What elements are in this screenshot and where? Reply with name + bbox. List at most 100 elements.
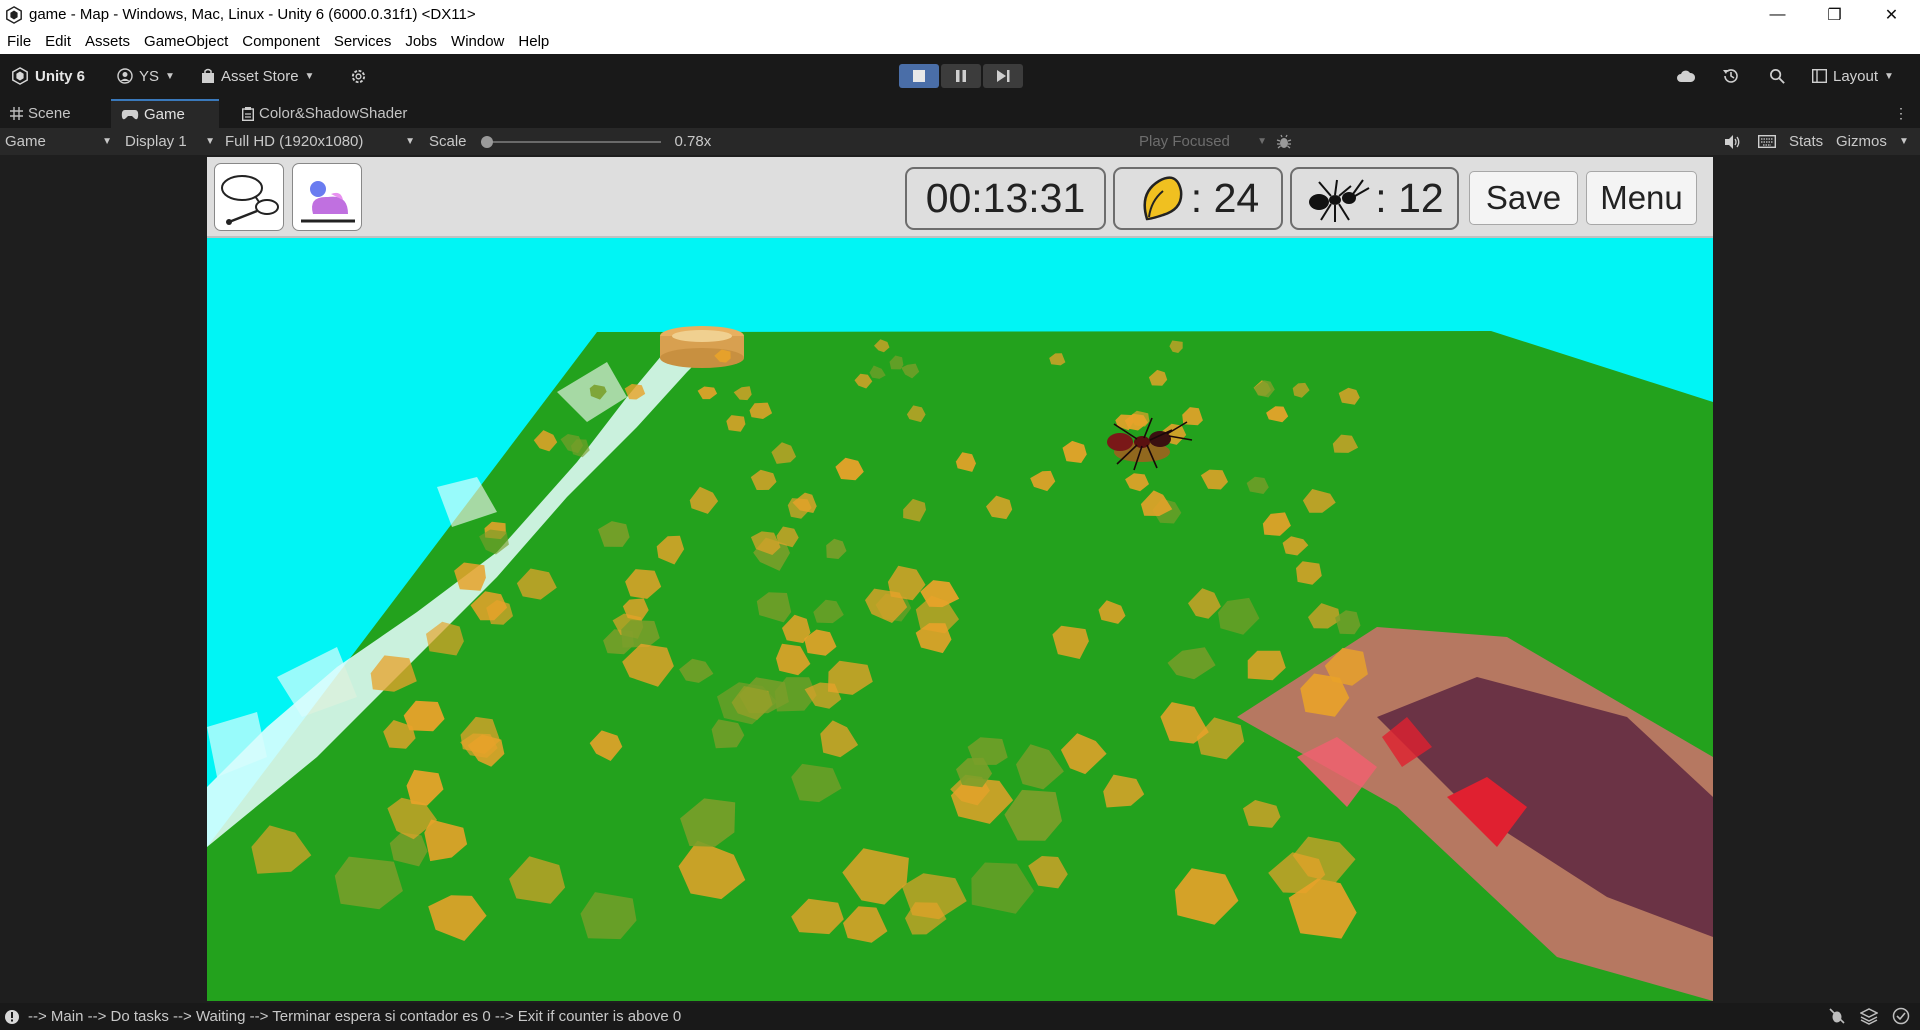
stats-toggle[interactable]: Stats bbox=[1789, 128, 1823, 155]
game-hud: 00:13:31 : 24 : 12 Save Menu bbox=[207, 157, 1713, 238]
display-dropdown[interactable]: Display 1 ▼ bbox=[125, 128, 215, 155]
menu-file[interactable]: File bbox=[0, 33, 38, 50]
menu-assets[interactable]: Assets bbox=[78, 33, 137, 50]
timer-value: 00:13:31 bbox=[925, 175, 1086, 221]
path-nodes-icon bbox=[221, 175, 279, 225]
view-label: Game bbox=[5, 133, 46, 150]
tab-shader[interactable]: Color&ShadowShader bbox=[232, 99, 432, 128]
stop-button[interactable] bbox=[899, 64, 939, 88]
chevron-down-icon: ▼ bbox=[405, 136, 415, 147]
search-button[interactable] bbox=[1769, 63, 1786, 89]
resolution-label: Full HD (1920x1080) bbox=[225, 133, 364, 150]
console-message[interactable]: --> Main --> Do tasks --> Waiting --> Te… bbox=[28, 1008, 681, 1025]
status-icons bbox=[1828, 1007, 1910, 1025]
unity-cube-icon bbox=[12, 67, 28, 85]
menu-jobs[interactable]: Jobs bbox=[398, 33, 444, 50]
cog-icon bbox=[351, 69, 366, 83]
layers-icon[interactable] bbox=[1860, 1007, 1878, 1025]
gizmos-label: Gizmos bbox=[1836, 133, 1887, 150]
main-toolbar: Unity 6 YS ▼ Asset Store ▼ Layout ▼ bbox=[0, 54, 1920, 99]
step-button[interactable] bbox=[983, 64, 1023, 88]
play-mode-dropdown[interactable]: Play Focused ▼ bbox=[1139, 128, 1267, 155]
restore-button[interactable]: ❐ bbox=[1806, 0, 1863, 29]
ant-counter: : 12 bbox=[1290, 167, 1459, 230]
account-label: Unity 6 bbox=[35, 67, 86, 85]
menu-component[interactable]: Component bbox=[235, 33, 327, 50]
seed-count: : 24 bbox=[1190, 175, 1260, 221]
scale-slider[interactable] bbox=[480, 135, 661, 148]
food-source bbox=[660, 326, 744, 368]
shader-file-icon bbox=[242, 106, 254, 121]
services-button[interactable] bbox=[350, 63, 367, 89]
gizmos-toggle[interactable]: Gizmos bbox=[1836, 128, 1887, 155]
ant-icon bbox=[1309, 178, 1370, 222]
asset-store-dropdown[interactable]: Asset Store ▼ bbox=[201, 63, 314, 89]
history-icon bbox=[1723, 69, 1738, 83]
step-icon bbox=[996, 70, 1009, 82]
chevron-down-icon: ▼ bbox=[1884, 70, 1894, 82]
bug-icon bbox=[1276, 134, 1292, 149]
chevron-down-icon: ▼ bbox=[165, 70, 175, 82]
ant-count: : 12 bbox=[1375, 175, 1444, 221]
audio-mute-toggle[interactable] bbox=[1725, 128, 1741, 155]
history-button[interactable] bbox=[1722, 63, 1740, 89]
window-title: game - Map - Windows, Mac, Linux - Unity… bbox=[29, 6, 476, 23]
title-bar: game - Map - Windows, Mac, Linux - Unity… bbox=[0, 0, 1920, 29]
grid-icon bbox=[10, 107, 23, 120]
resolution-dropdown[interactable]: Full HD (1920x1080) ▼ bbox=[225, 128, 415, 155]
speaker-icon bbox=[1725, 134, 1740, 149]
layout-dropdown[interactable]: Layout ▼ bbox=[1812, 63, 1894, 89]
menu-edit[interactable]: Edit bbox=[38, 33, 78, 50]
unity-editor-window: game - Map - Windows, Mac, Linux - Unity… bbox=[0, 0, 1920, 1030]
status-bar: --> Main --> Do tasks --> Waiting --> Te… bbox=[0, 1003, 1920, 1030]
user-label: YS bbox=[139, 67, 160, 85]
play-mode-label: Play Focused bbox=[1139, 133, 1230, 150]
stop-icon bbox=[913, 70, 925, 82]
debug-toggle[interactable] bbox=[1276, 128, 1292, 155]
editor-tabs: Scene Game Color&ShadowShader ⋮ bbox=[0, 99, 1920, 128]
tab-game[interactable]: Game bbox=[111, 99, 219, 128]
scale-control: Scale 0.78x bbox=[429, 128, 711, 155]
save-button[interactable]: Save bbox=[1469, 171, 1578, 225]
menu-services[interactable]: Services bbox=[327, 33, 399, 50]
tab-scene[interactable]: Scene bbox=[0, 99, 111, 128]
check-circle-icon[interactable] bbox=[1892, 1007, 1910, 1025]
user-icon bbox=[117, 68, 133, 84]
menu-window[interactable]: Window bbox=[444, 33, 511, 50]
chevron-down-icon: ▼ bbox=[102, 136, 112, 147]
asset-store-label: Asset Store bbox=[221, 67, 299, 85]
chevron-down-icon: ▼ bbox=[205, 136, 215, 147]
unity-logo-icon bbox=[6, 5, 22, 24]
game-scene bbox=[207, 157, 1713, 1001]
close-button[interactable]: ✕ bbox=[1863, 0, 1920, 29]
stats-label: Stats bbox=[1789, 133, 1824, 150]
debug-off-icon[interactable] bbox=[1828, 1007, 1846, 1025]
more-options-icon[interactable]: ⋮ bbox=[1894, 105, 1908, 122]
paint-blob-icon bbox=[301, 181, 355, 223]
keyboard-toggle[interactable] bbox=[1758, 128, 1776, 155]
minimize-button[interactable]: — bbox=[1749, 0, 1806, 29]
tab-spacer bbox=[219, 99, 232, 128]
shopping-bag-icon bbox=[202, 68, 214, 83]
game-viewport[interactable]: 00:13:31 : 24 : 12 Save Menu bbox=[207, 157, 1713, 1001]
tab-game-label: Game bbox=[144, 106, 185, 123]
scale-slider-handle[interactable] bbox=[480, 135, 493, 148]
scale-value: 0.78x bbox=[674, 133, 712, 150]
info-icon bbox=[5, 1009, 19, 1024]
game-view-panel: 00:13:31 : 24 : 12 Save Menu bbox=[0, 155, 1920, 1003]
layout-label: Layout bbox=[1833, 67, 1879, 85]
play-controls bbox=[899, 64, 1023, 88]
paint-tool-button[interactable] bbox=[292, 163, 362, 231]
menu-gameobject[interactable]: GameObject bbox=[137, 33, 235, 50]
pause-button[interactable] bbox=[941, 64, 981, 88]
unity-account-button[interactable]: Unity 6 bbox=[11, 63, 85, 89]
gizmos-dropdown[interactable]: ▼ bbox=[1899, 128, 1909, 155]
seed-icon bbox=[1143, 175, 1183, 220]
menu-help[interactable]: Help bbox=[511, 33, 556, 50]
menu-button[interactable]: Menu bbox=[1586, 171, 1697, 225]
view-dropdown[interactable]: Game ▼ bbox=[5, 128, 112, 155]
user-dropdown[interactable]: YS ▼ bbox=[117, 63, 175, 89]
menu-bar: File Edit Assets GameObject Component Se… bbox=[0, 29, 1920, 54]
path-tool-button[interactable] bbox=[214, 163, 284, 231]
cloud-button[interactable] bbox=[1676, 63, 1696, 89]
